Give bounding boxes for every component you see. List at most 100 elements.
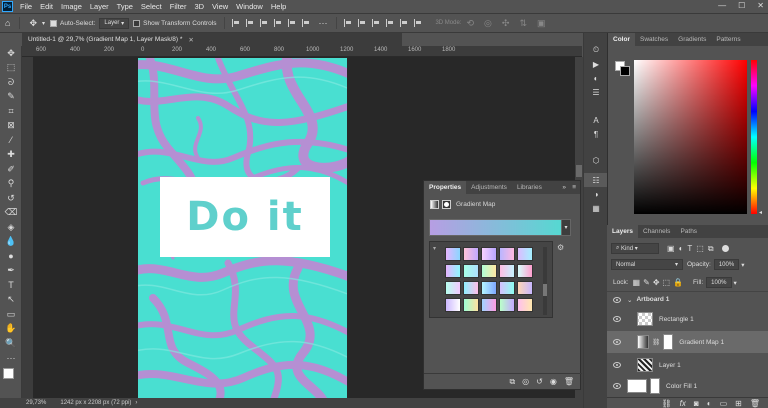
layer-row[interactable]: Rectangle 1: [607, 308, 768, 330]
dodge-tool-icon[interactable]: ●: [0, 249, 22, 264]
distribute-top-icon[interactable]: [344, 19, 352, 27]
menu-window[interactable]: Window: [232, 2, 267, 11]
layer-mask-icon[interactable]: [442, 200, 451, 209]
gradient-preset[interactable]: [517, 298, 533, 312]
new-layer-icon[interactable]: ⊞: [735, 399, 742, 408]
align-center-icon[interactable]: [246, 19, 254, 27]
panel-menu-icon[interactable]: ≡: [572, 184, 576, 191]
home-icon[interactable]: ⌂: [5, 18, 10, 28]
paint-bucket-tool-icon[interactable]: ◈: [0, 220, 22, 235]
eraser-tool-icon[interactable]: ⌫: [0, 206, 22, 221]
filter-toggle-icon[interactable]: [721, 245, 729, 252]
menu-file[interactable]: File: [16, 2, 36, 11]
swatches-panel-icon[interactable]: ◑: [584, 187, 608, 201]
filter-pixel-icon[interactable]: ▣: [667, 244, 675, 253]
lasso-tool-icon[interactable]: ᘐ: [0, 75, 22, 90]
align-bottom-icon[interactable]: [302, 19, 310, 27]
menu-type[interactable]: Type: [113, 2, 137, 11]
tab-properties[interactable]: Properties: [424, 181, 467, 194]
blend-mode-dropdown[interactable]: Normal ▾: [611, 259, 683, 270]
chevron-right-icon[interactable]: ›: [135, 400, 137, 406]
filter-shape-icon[interactable]: ⬚: [696, 244, 704, 253]
menu-3d[interactable]: 3D: [190, 2, 208, 11]
distribute-right-icon[interactable]: [414, 19, 422, 27]
lock-transparency-icon[interactable]: ▦: [633, 278, 641, 287]
gradient-preset[interactable]: [517, 247, 533, 261]
more-options-icon[interactable]: ···: [318, 18, 327, 28]
marquee-tool-icon[interactable]: ⬚: [0, 61, 22, 76]
pen-tool-icon[interactable]: ✒: [0, 264, 22, 279]
menu-edit[interactable]: Edit: [36, 2, 57, 11]
view-previous-state-icon[interactable]: ◎: [522, 377, 529, 386]
reset-icon[interactable]: ↺: [536, 377, 543, 386]
scrollbar-thumb[interactable]: [576, 165, 582, 177]
gradient-preset[interactable]: [481, 281, 497, 295]
eyedropper-tool-icon[interactable]: ⁄: [0, 133, 22, 148]
gradient-preset[interactable]: [499, 281, 515, 295]
visibility-eye-icon[interactable]: [613, 296, 621, 303]
actions-panel-icon[interactable]: ▶: [584, 57, 608, 71]
trash-icon[interactable]: 🗑: [564, 377, 574, 386]
properties-active-icon[interactable]: ☷: [584, 173, 608, 187]
fill-input[interactable]: 100%: [706, 277, 732, 288]
blur-tool-icon[interactable]: 💧: [0, 235, 22, 250]
menu-filter[interactable]: Filter: [166, 2, 191, 11]
gradient-preset[interactable]: [517, 281, 533, 295]
gradient-preset[interactable]: [463, 298, 479, 312]
type-tool-icon[interactable]: T: [0, 278, 22, 293]
filter-smart-object-icon[interactable]: ⧉: [708, 244, 714, 254]
tab-libraries[interactable]: Libraries: [512, 181, 547, 194]
layer-row[interactable]: Layer 1: [607, 354, 768, 376]
move-tool-icon[interactable]: ✥: [0, 46, 22, 61]
properties-panel-icon[interactable]: ☰: [584, 85, 608, 99]
menu-layer[interactable]: Layer: [86, 2, 113, 11]
transform-controls-checkbox[interactable]: Show Transform Controls: [133, 19, 216, 27]
chevron-down-icon[interactable]: ▾: [734, 279, 737, 287]
tab-gradients[interactable]: Gradients: [673, 33, 711, 46]
auto-select-dropdown[interactable]: Layer ▾: [99, 17, 130, 29]
healing-brush-tool-icon[interactable]: ✚: [0, 148, 22, 163]
new-adjustment-icon[interactable]: ◐: [707, 399, 712, 408]
character-panel-icon[interactable]: A: [584, 113, 608, 127]
zoom-level[interactable]: 29,73%: [26, 400, 46, 406]
frame-tool-icon[interactable]: ⊠: [0, 119, 22, 134]
align-right-icon[interactable]: [260, 19, 268, 27]
3d-panel-icon[interactable]: ⬡: [584, 153, 608, 167]
align-middle-icon[interactable]: [288, 19, 296, 27]
collapse-icon[interactable]: »: [562, 184, 566, 191]
rectangle-tool-icon[interactable]: ▭: [0, 307, 22, 322]
layer-mask-thumbnail[interactable]: [663, 334, 674, 350]
gear-icon[interactable]: ⚙: [557, 243, 564, 252]
tab-channels[interactable]: Channels: [638, 225, 675, 238]
gradient-preset[interactable]: [481, 247, 497, 261]
clip-to-layer-icon[interactable]: ⧉: [509, 377, 515, 387]
layer-mask-thumbnail[interactable]: [650, 378, 660, 394]
link-icon[interactable]: ⛓: [652, 338, 660, 346]
rectangle-layer[interactable]: Do it: [160, 177, 330, 257]
add-mask-icon[interactable]: ◙: [694, 399, 699, 408]
gradient-dropdown-chevron-icon[interactable]: ▾: [561, 219, 571, 236]
move-tool-icon[interactable]: ✥: [29, 18, 37, 29]
gradient-preset[interactable]: [517, 264, 533, 278]
layer-row[interactable]: Color Fill 1: [607, 377, 768, 395]
gradient-preset[interactable]: [499, 264, 515, 278]
visibility-eye-icon[interactable]: [613, 383, 621, 389]
filter-type-icon[interactable]: T: [687, 244, 692, 253]
gradient-preset[interactable]: [463, 281, 479, 295]
hue-slider-handle-icon[interactable]: ◂: [759, 209, 762, 216]
tab-color[interactable]: Color: [608, 33, 635, 46]
hue-slider[interactable]: [751, 60, 757, 214]
link-layers-icon[interactable]: ⛓: [662, 399, 672, 408]
tab-adjustments[interactable]: Adjustments: [466, 181, 512, 194]
gradient-preset[interactable]: [481, 298, 497, 312]
new-group-icon[interactable]: ▭: [720, 399, 728, 408]
menu-view[interactable]: View: [208, 2, 232, 11]
tab-layers[interactable]: Layers: [607, 225, 638, 238]
visibility-eye-icon[interactable]: [613, 339, 621, 345]
opacity-input[interactable]: 100%: [713, 259, 740, 270]
hand-tool-icon[interactable]: ✋: [0, 322, 22, 337]
paragraph-panel-icon[interactable]: ¶: [584, 127, 608, 141]
gradient-preset[interactable]: [445, 264, 461, 278]
visibility-icon[interactable]: ◉: [550, 377, 557, 386]
gradient-preset[interactable]: [445, 298, 461, 312]
